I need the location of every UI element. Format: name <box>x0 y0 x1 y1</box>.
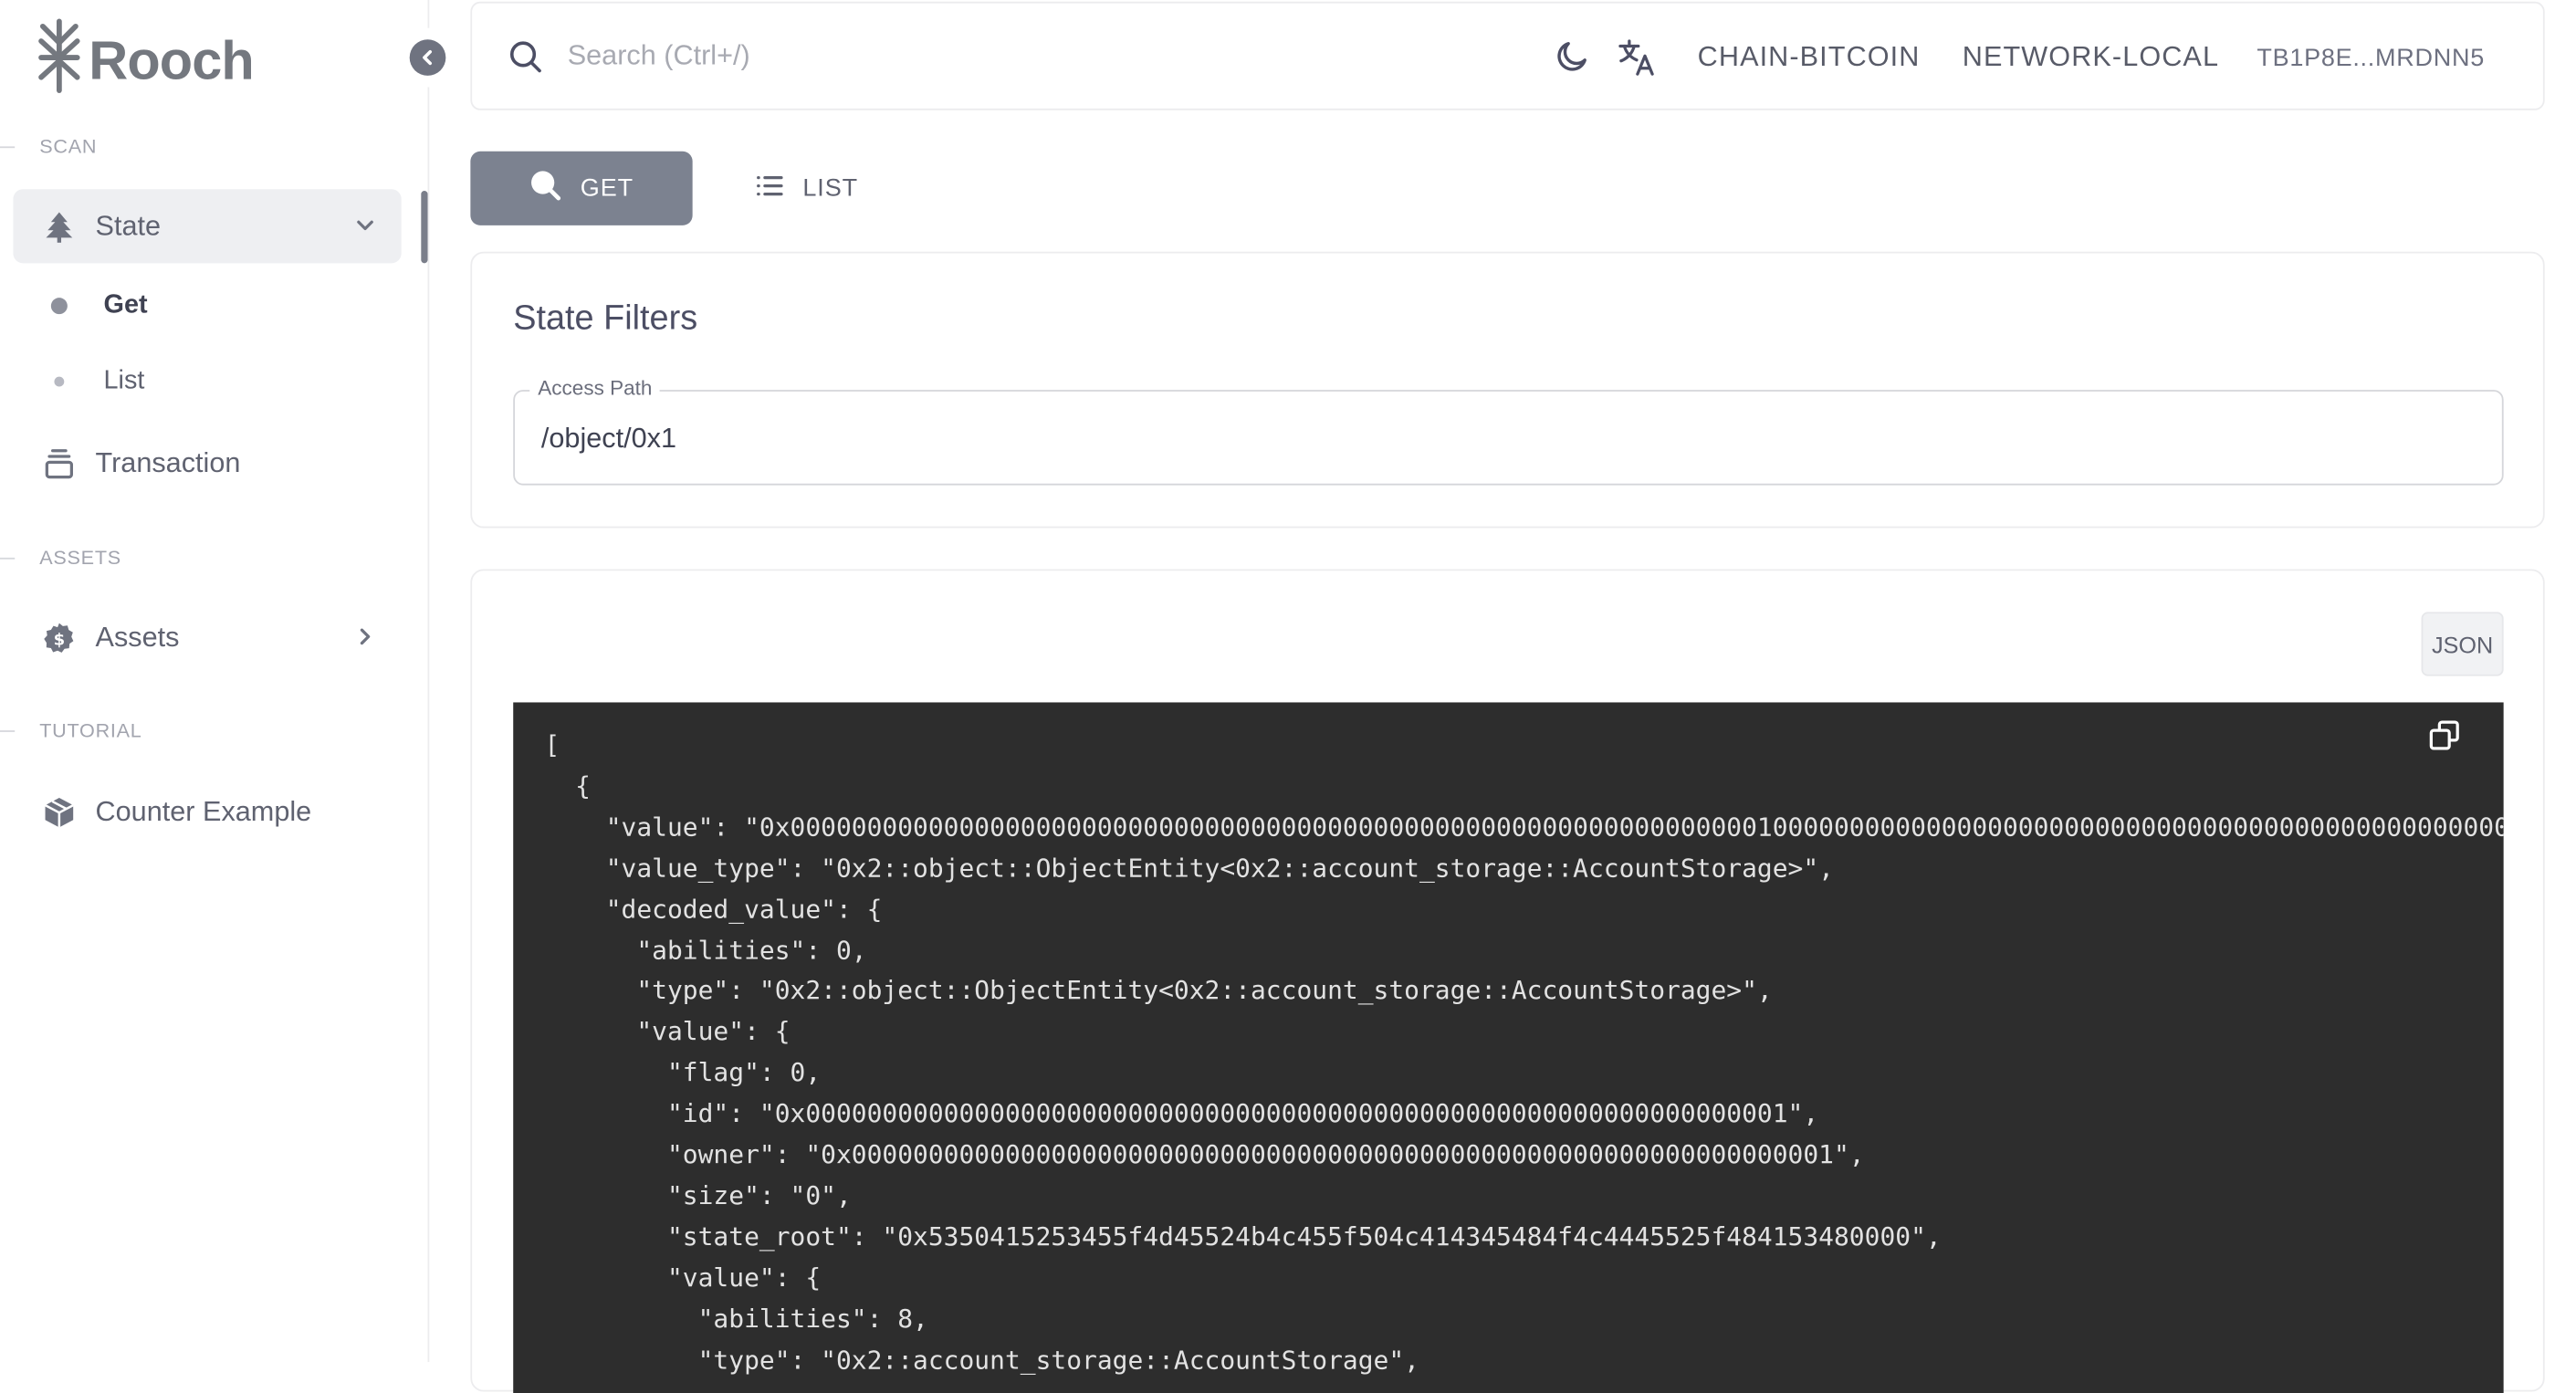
tree-icon <box>43 210 76 243</box>
brand[interactable]: Rooch <box>37 18 255 102</box>
collapse-sidebar-button[interactable] <box>398 27 457 88</box>
chevron-left-icon <box>409 39 446 76</box>
list-icon <box>753 169 786 208</box>
search-filled-icon <box>529 170 560 207</box>
search-input[interactable] <box>564 37 1394 75</box>
tab-label: LIST <box>802 174 859 203</box>
tab-get[interactable]: GET <box>470 151 693 225</box>
brand-name: Rooch <box>89 28 254 90</box>
sidebar-item-label: State <box>95 209 162 241</box>
moon-icon[interactable] <box>1555 37 1591 82</box>
section-label-assets: ASSETS <box>0 546 121 569</box>
sidebar-item-transaction[interactable]: Transaction <box>13 426 401 500</box>
translate-icon[interactable] <box>1617 37 1656 85</box>
search-icon[interactable] <box>508 39 543 82</box>
dollar-badge-icon: $ <box>43 621 76 654</box>
copy-icon[interactable] <box>2428 718 2461 759</box>
svg-text:$: $ <box>54 629 66 648</box>
network-button[interactable]: NETWORK-LOCAL <box>1963 41 2219 74</box>
bullet-icon <box>54 376 65 387</box>
json-text: [ { "value": "0x000000000000000000000000… <box>544 730 2504 1375</box>
section-label-scan: SCAN <box>0 135 97 158</box>
card-title: State Filters <box>513 298 698 338</box>
tab-label: GET <box>580 174 634 203</box>
sidebar-subitem-list[interactable]: List <box>46 367 144 396</box>
sidebar-item-label: Transaction <box>95 446 241 478</box>
chevron-down-icon <box>352 212 379 246</box>
access-path-label: Access Path <box>529 376 661 400</box>
active-indicator <box>421 191 428 264</box>
stack-icon <box>43 446 76 479</box>
sidebar: Rooch SCAN State Get List Transaction AS… <box>0 0 430 1363</box>
state-filters-card: State Filters Access Path <box>470 251 2545 529</box>
access-path-field[interactable]: Access Path <box>513 376 2504 486</box>
sidebar-item-label: Assets <box>95 621 180 653</box>
sidebar-item-counter-example[interactable]: Counter Example <box>13 775 401 849</box>
sidebar-item-state[interactable]: State <box>13 189 402 264</box>
section-label-tutorial: TUTORIAL <box>0 718 142 741</box>
package-icon <box>43 795 76 828</box>
access-path-input[interactable] <box>538 421 2354 457</box>
tab-list[interactable]: LIST <box>753 152 858 225</box>
sidebar-subitem-get[interactable]: Get <box>46 290 148 320</box>
rooch-logo-icon <box>37 18 82 102</box>
bullet-icon <box>50 298 68 315</box>
json-code-block[interactable]: [ { "value": "0x000000000000000000000000… <box>513 702 2504 1393</box>
top-bar: CHAIN-BITCOIN NETWORK-LOCAL TB1P8E...MRD… <box>470 1 2545 110</box>
json-format-button[interactable]: JSON <box>2421 612 2504 676</box>
sidebar-item-label: Counter Example <box>95 795 312 827</box>
chain-button[interactable]: CHAIN-BITCOIN <box>1698 41 1921 74</box>
sidebar-subitem-label: List <box>103 366 145 395</box>
chevron-right-icon <box>352 623 379 658</box>
wallet-address-button[interactable]: TB1P8E...MRDNN5 <box>2257 45 2485 73</box>
sidebar-item-assets[interactable]: $ Assets <box>13 601 401 675</box>
result-card: JSON [ { "value": "0x0000000000000000000… <box>470 569 2545 1393</box>
sidebar-subitem-label: Get <box>103 290 148 319</box>
